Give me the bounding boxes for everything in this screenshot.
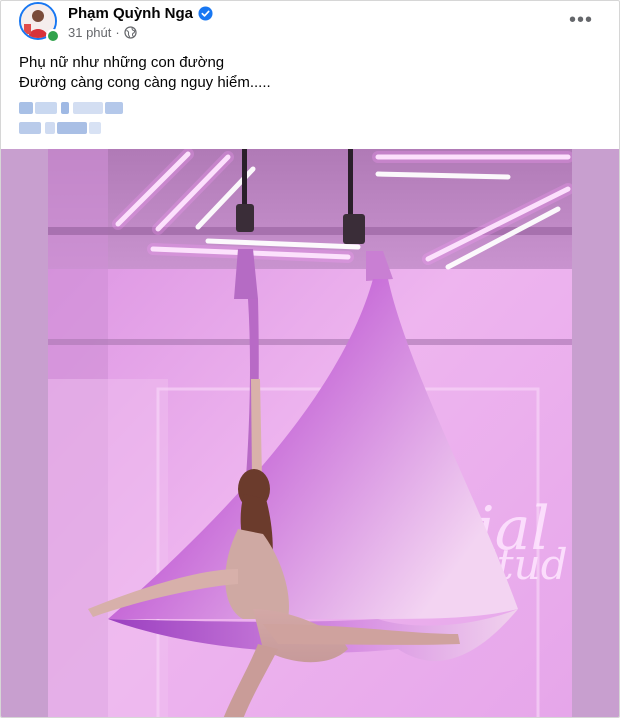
online-status-dot	[46, 29, 60, 43]
post-media[interactable]: Aerial Stud	[1, 149, 619, 718]
author-name[interactable]: Phạm Quỳnh Nga	[68, 5, 193, 22]
meta-separator: ·	[115, 24, 120, 40]
blurred-hashtag-line	[19, 102, 129, 114]
globe-icon[interactable]	[124, 25, 137, 39]
post-meta: 31 phút ·	[68, 24, 137, 40]
verified-badge-icon	[198, 5, 213, 21]
post-text: Phụ nữ như những con đường Đường càng co…	[19, 53, 599, 93]
post-photo[interactable]: Aerial Stud	[48, 149, 572, 718]
post-timestamp[interactable]: 31 phút	[68, 25, 111, 40]
author-row: Phạm Quỳnh Nga	[68, 3, 213, 23]
more-options-button[interactable]: •••	[567, 6, 595, 34]
blurred-hashtag-line	[19, 122, 103, 134]
post-header: Phạm Quỳnh Nga 31 phút · •••	[1, 1, 619, 45]
post-text-line: Phụ nữ như những con đường	[19, 54, 225, 71]
post-text-line: Đường càng cong càng nguy hiểm.....	[19, 74, 271, 91]
post-card: Phạm Quỳnh Nga 31 phút · ••• Phụ nữ như …	[0, 0, 620, 718]
